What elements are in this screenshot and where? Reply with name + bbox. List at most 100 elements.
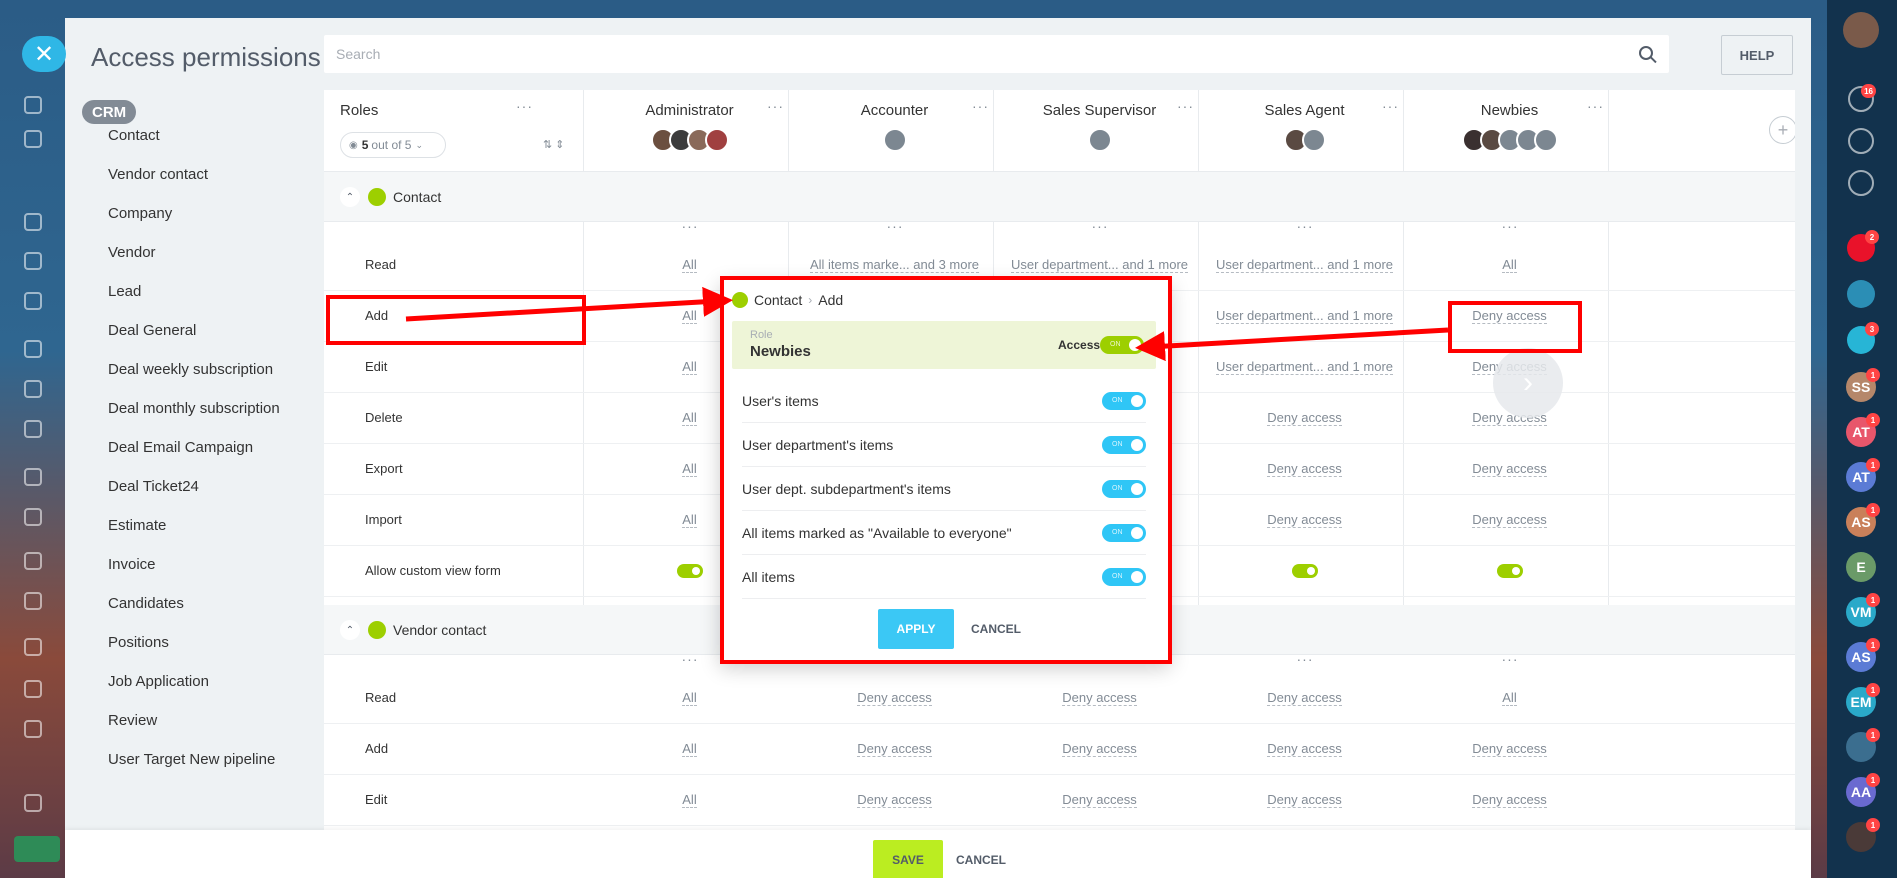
permission-value[interactable]: User department... and 1 more [1212, 257, 1397, 273]
contact-avatar[interactable]: EM 1 [1846, 683, 1880, 717]
permission-value[interactable]: Deny access [1417, 741, 1602, 757]
role-more-icon[interactable]: ··· [972, 98, 989, 114]
role-avatar-group[interactable] [650, 128, 729, 152]
entity-menu-item[interactable]: Deal monthly subscription [108, 400, 280, 417]
entity-menu-item[interactable]: Company [108, 205, 172, 222]
permission-toggle[interactable] [676, 564, 703, 578]
entity-menu-item[interactable]: Lead [108, 283, 141, 300]
column-more-icon[interactable]: ··· [1502, 651, 1519, 667]
permission-value[interactable]: Deny access [1212, 512, 1397, 528]
contact-avatar[interactable]: AS 1 [1846, 638, 1880, 672]
permission-value[interactable]: Deny access [802, 792, 987, 808]
help-button[interactable]: HELP [1721, 35, 1793, 75]
column-more-icon[interactable]: ··· [1092, 218, 1109, 234]
permission-value[interactable]: All [1417, 690, 1602, 706]
save-button[interactable]: SAVE [873, 840, 943, 878]
roles-more-icon[interactable]: ··· [516, 98, 533, 114]
permission-value[interactable]: Deny access [1212, 690, 1397, 706]
permission-label: Export [365, 461, 403, 476]
collapse-expand-icon[interactable]: ⇅ ⇕ [543, 138, 565, 151]
role-avatar-group[interactable] [1461, 128, 1558, 152]
permission-value[interactable]: User department... and 1 more [1212, 308, 1397, 324]
messages-icon[interactable]: 3 [1847, 322, 1879, 354]
role-more-icon[interactable]: ··· [1587, 98, 1604, 114]
entity-menu-item[interactable]: Candidates [108, 595, 184, 612]
permission-value[interactable]: Deny access [1007, 690, 1192, 706]
permission-toggle[interactable] [1291, 564, 1318, 578]
search-input[interactable] [324, 35, 1669, 73]
permission-value[interactable]: Deny access [1417, 792, 1602, 808]
notifications-icon[interactable]: 16 [1848, 84, 1876, 112]
entity-menu-item[interactable]: Positions [108, 634, 169, 651]
permission-value[interactable]: Deny access [1007, 741, 1192, 757]
entity-menu-item[interactable]: Job Application [108, 673, 209, 690]
roles-filter[interactable]: ◉ 5 out of 5 ⌄ [340, 132, 446, 158]
contact-avatar[interactable]: AT 1 [1846, 458, 1880, 492]
column-more-icon[interactable]: ··· [1297, 651, 1314, 667]
entity-menu-item[interactable]: Invoice [108, 556, 156, 573]
cancel-button[interactable]: CANCEL [951, 840, 1011, 878]
chat-search-icon[interactable] [1848, 170, 1874, 196]
contact-avatar[interactable]: VM 1 [1846, 593, 1880, 627]
entity-menu-item[interactable]: Vendor [108, 244, 156, 261]
chevron-up-icon[interactable]: ⌃ [340, 620, 360, 640]
crm-section-tag[interactable]: CRM [82, 100, 137, 124]
entity-menu-item[interactable]: User Target New pipeline [108, 751, 275, 768]
entity-menu-item[interactable]: Contact [108, 127, 160, 144]
entity-menu-item[interactable]: Deal weekly subscription [108, 361, 273, 378]
permission-value[interactable]: Deny access [1007, 792, 1192, 808]
column-more-icon[interactable]: ··· [682, 218, 699, 234]
permission-value[interactable]: Deny access [802, 741, 987, 757]
contact-avatar[interactable]: E [1846, 552, 1876, 582]
column-more-icon[interactable]: ··· [682, 651, 699, 667]
contact-avatar[interactable]: 1 [1846, 818, 1880, 852]
permission-value[interactable]: All [597, 257, 782, 273]
permission-value[interactable]: Deny access [1212, 461, 1397, 477]
open-channels-icon[interactable]: 2 [1847, 230, 1879, 262]
role-more-icon[interactable]: ··· [767, 98, 784, 114]
permission-value[interactable]: Deny access [1417, 461, 1602, 477]
user-avatar[interactable] [1843, 12, 1879, 48]
section-header-row[interactable]: ⌃ Contact [324, 172, 1795, 222]
permission-toggle[interactable] [1496, 564, 1523, 578]
column-more-icon[interactable]: ··· [887, 218, 904, 234]
role-more-icon[interactable]: ··· [1177, 98, 1194, 114]
phone-icon[interactable] [1847, 280, 1875, 308]
permission-value[interactable]: All items marke... and 3 more [802, 257, 987, 273]
contact-avatar[interactable]: AT 1 [1846, 413, 1880, 447]
entity-menu-item[interactable]: Deal Email Campaign [108, 439, 253, 456]
search-icon[interactable] [1639, 46, 1653, 60]
role-avatar-group[interactable] [882, 128, 907, 152]
contact-avatar[interactable]: SS 1 [1846, 368, 1880, 402]
chevron-up-icon[interactable]: ⌃ [340, 187, 360, 207]
permission-value[interactable]: User department... and 1 more [1212, 359, 1397, 375]
contact-avatar[interactable]: 1 [1846, 728, 1880, 762]
search-box[interactable] [324, 35, 1669, 73]
permission-value[interactable]: Deny access [1212, 741, 1397, 757]
permission-value[interactable]: Deny access [1212, 792, 1397, 808]
add-role-button[interactable]: + [1769, 116, 1795, 144]
scroll-right-button[interactable]: › [1493, 348, 1563, 418]
contact-avatar[interactable]: AS 1 [1846, 503, 1880, 537]
permission-value[interactable]: User department... and 1 more [1007, 257, 1192, 273]
role-avatar-group[interactable] [1087, 128, 1112, 152]
entity-menu-item[interactable]: Deal General [108, 322, 196, 339]
permission-value[interactable]: Deny access [1212, 410, 1397, 426]
entity-menu-item[interactable]: Vendor contact [108, 166, 208, 183]
entity-menu-item[interactable]: Deal Ticket24 [108, 478, 199, 495]
role-avatar-group[interactable] [1283, 128, 1326, 152]
permission-value[interactable]: All [1417, 257, 1602, 273]
column-more-icon[interactable]: ··· [1502, 218, 1519, 234]
permission-value[interactable]: Deny access [1417, 512, 1602, 528]
permission-value[interactable]: All [597, 792, 782, 808]
target-icon[interactable] [1848, 128, 1874, 154]
permission-value[interactable]: Deny access [802, 690, 987, 706]
entity-menu-item[interactable]: Review [108, 712, 157, 729]
entity-menu-item[interactable]: Estimate [108, 517, 166, 534]
permission-value[interactable]: All [597, 741, 782, 757]
column-more-icon[interactable]: ··· [1297, 218, 1314, 234]
permission-value[interactable]: All [597, 690, 782, 706]
role-more-icon[interactable]: ··· [1382, 98, 1399, 114]
close-slider-button[interactable]: ✕ [22, 36, 66, 72]
contact-avatar[interactable]: AA 1 [1846, 773, 1880, 807]
